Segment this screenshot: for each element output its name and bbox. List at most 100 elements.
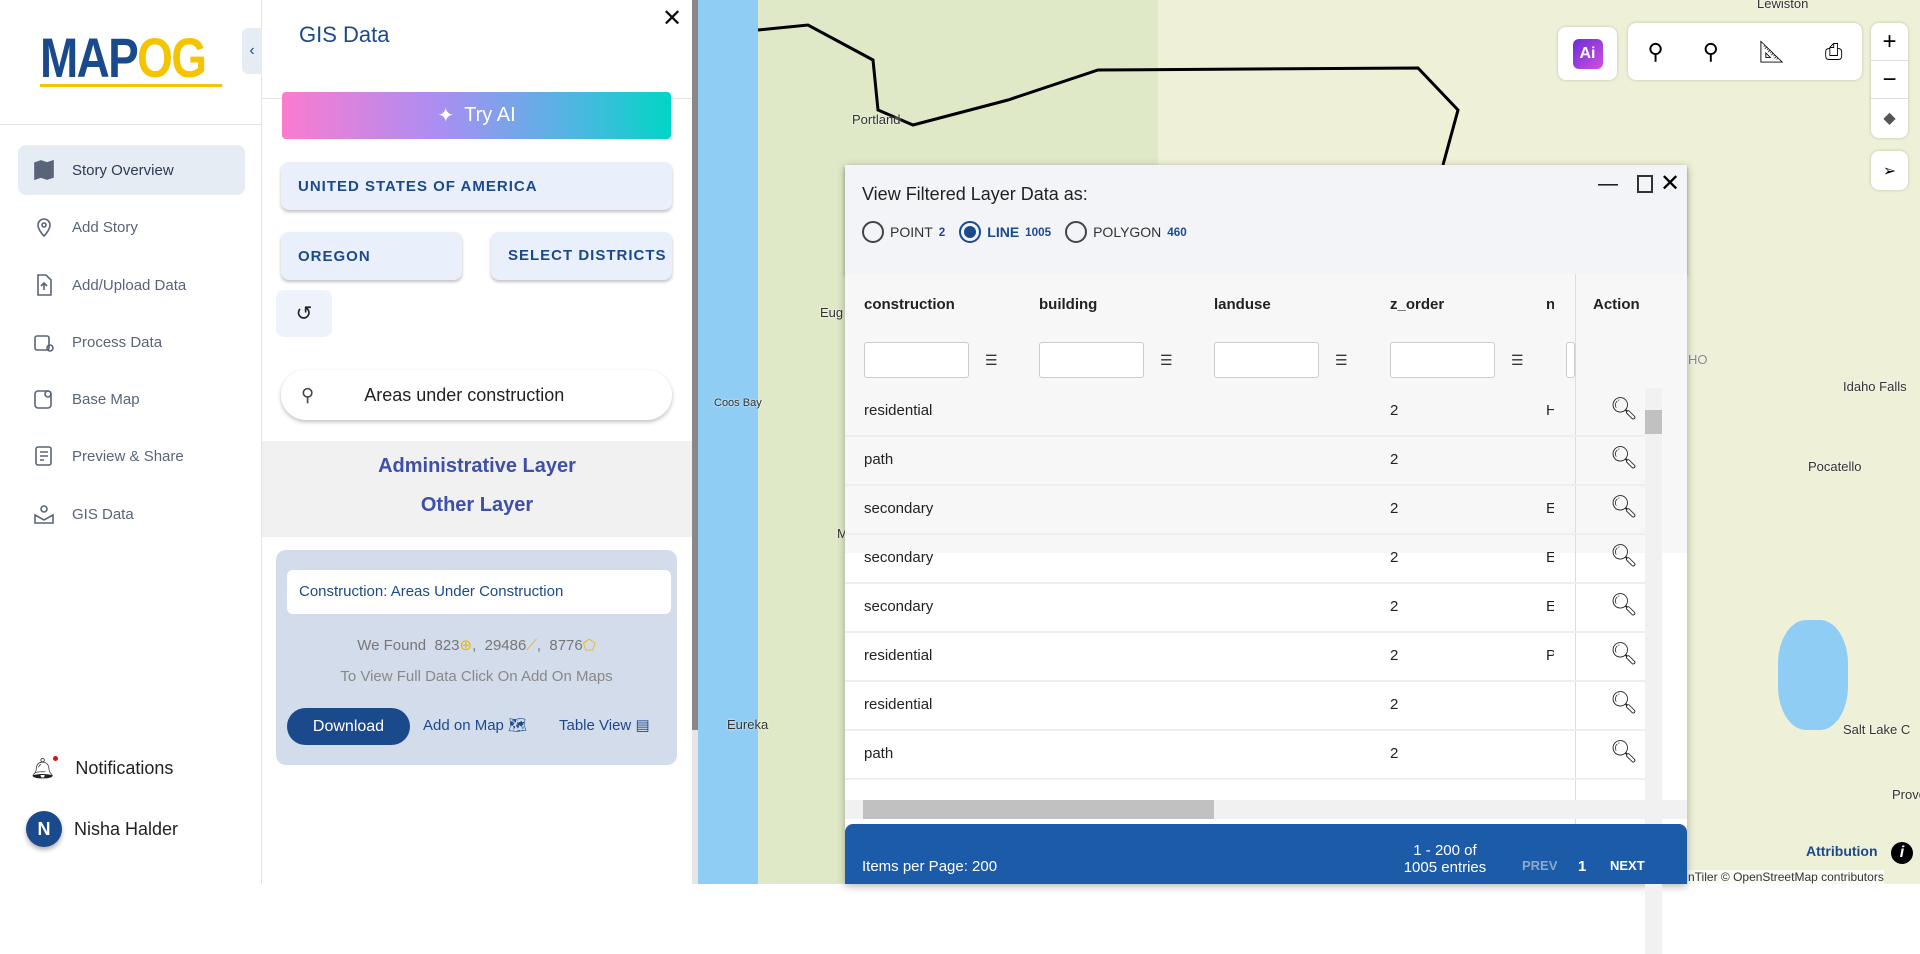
zoom-to-feature-icon[interactable]: 🔍︎: [1610, 641, 1638, 667]
base-map-icon: [34, 390, 52, 409]
add-on-map-button[interactable]: Add on Map 🗺︎: [423, 716, 527, 734]
try-ai-button[interactable]: ✦ Try AI: [282, 92, 671, 139]
close-icon[interactable]: ✕: [1660, 169, 1680, 198]
administrative-layer-tab[interactable]: Administrative Layer: [262, 455, 692, 478]
zoom-to-feature-icon[interactable]: 🔍︎: [1610, 396, 1638, 422]
table-cell: 2: [1390, 598, 1399, 615]
country-select[interactable]: UNITED STATES OF AMERICA: [281, 162, 672, 210]
minimize-icon[interactable]: —: [1598, 173, 1618, 196]
collapse-sidebar-button[interactable]: ‹: [242, 28, 262, 74]
map-label: HO: [1688, 352, 1708, 367]
sidebar-item-gis-data[interactable]: GIS Data: [18, 489, 245, 539]
filter-icon[interactable]: ☰: [985, 352, 998, 369]
state-select[interactable]: OREGON: [281, 232, 462, 280]
table-row[interactable]: secondary 2 E 🔍︎: [845, 584, 1662, 633]
column-header[interactable]: z_order: [1390, 296, 1444, 313]
map-label: Pocatello: [1808, 459, 1862, 474]
ruler-icon[interactable]: 📐︎: [1758, 39, 1786, 65]
horizontal-scrollbar[interactable]: [845, 800, 1687, 819]
table-cell: path: [864, 451, 894, 468]
filter-icon[interactable]: ☰: [1160, 352, 1173, 369]
compass-icon[interactable]: ◆: [1871, 99, 1908, 137]
locate-button[interactable]: ➢: [1871, 151, 1908, 190]
map-label: Eug: [820, 305, 844, 320]
mapog-logo[interactable]: MAPOG: [40, 28, 207, 88]
zoom-out-button[interactable]: −: [1871, 61, 1908, 99]
pagination-footer: Items per Page: 200 1 - 200 of 1005 entri…: [845, 824, 1687, 884]
entries-range: 1 - 200 of 1005 entries: [1403, 842, 1487, 876]
table-cell: 2: [1390, 500, 1399, 517]
zoom-to-feature-icon[interactable]: 🔍︎: [1610, 739, 1638, 765]
table-cell: residential: [864, 647, 933, 664]
search-icon[interactable]: ⚲: [1648, 39, 1664, 65]
map-pin-icon: 🗺︎: [508, 717, 528, 734]
zoom-to-feature-icon[interactable]: 🔍︎: [1610, 690, 1638, 716]
radio-polygon[interactable]: [1065, 221, 1088, 243]
filter-icon[interactable]: ☰: [1511, 352, 1524, 369]
sidebar-item-preview-share[interactable]: Preview & Share: [18, 431, 245, 481]
prev-button[interactable]: PREV: [1522, 858, 1557, 873]
table-view-button[interactable]: Table View ▤: [559, 716, 650, 734]
info-icon[interactable]: i: [1891, 842, 1913, 864]
maximize-icon[interactable]: [1637, 175, 1653, 193]
table-row[interactable]: secondary 2 E 🔍︎: [845, 486, 1662, 535]
filter-input-z-order[interactable]: [1390, 342, 1495, 378]
table-row[interactable]: path 2 🔍︎: [845, 731, 1662, 780]
sidebar-item-base-map[interactable]: Base Map: [18, 374, 245, 424]
download-button[interactable]: Download: [287, 708, 410, 745]
other-layer-tab[interactable]: Other Layer: [262, 494, 692, 517]
bell-icon: 🔔︎: [30, 756, 59, 781]
page-number[interactable]: 1: [1578, 858, 1586, 875]
filter-icon[interactable]: ☰: [1335, 352, 1348, 369]
table-cell: 2: [1390, 745, 1399, 762]
search-input[interactable]: ⚲ Areas under construction: [281, 370, 672, 420]
items-per-page[interactable]: Items per Page: 200: [862, 858, 997, 875]
radio-point[interactable]: [862, 221, 884, 243]
sidebar-item-add-upload-data[interactable]: Add/Upload Data: [18, 260, 245, 310]
table-cell: P: [1546, 647, 1554, 664]
table-cell: 2: [1390, 402, 1399, 419]
table-cell: secondary: [864, 598, 934, 615]
zoom-controls: + − ◆: [1871, 23, 1908, 138]
reset-button[interactable]: ↺: [276, 290, 332, 337]
radio-line[interactable]: [959, 221, 982, 243]
table-row[interactable]: residential 2 🔍︎: [845, 682, 1662, 731]
attribution-link[interactable]: Attribution: [1806, 843, 1878, 859]
sidebar-item-story-overview[interactable]: Story Overview: [18, 145, 245, 195]
filter-input[interactable]: [1566, 342, 1575, 378]
sidebar-item-add-story[interactable]: Add Story: [18, 202, 245, 252]
map-label: Coos Bay: [714, 397, 762, 409]
point-icon: ⊕: [459, 637, 473, 654]
layer-categories: Administrative Layer Other Layer: [262, 441, 692, 537]
zoom-to-feature-icon[interactable]: 🔍︎: [1610, 592, 1638, 618]
notifications-button[interactable]: 🔔︎ Notifications: [30, 756, 173, 781]
table-row[interactable]: secondary 2 E 🔍︎: [845, 535, 1662, 584]
print-icon[interactable]: ⎙: [1825, 39, 1843, 65]
chevron-left-icon: ‹: [249, 42, 255, 59]
zoom-to-feature-icon[interactable]: 🔍︎: [1610, 494, 1638, 520]
next-button[interactable]: NEXT: [1610, 858, 1645, 873]
pin-icon[interactable]: ⚲: [1703, 39, 1719, 65]
table-row[interactable]: residential 2 H 🔍︎: [845, 388, 1662, 437]
column-header[interactable]: construction: [864, 296, 955, 313]
ai-map-button[interactable]: Ai: [1558, 27, 1617, 80]
close-icon[interactable]: ✕: [662, 4, 682, 33]
column-header[interactable]: n: [1546, 296, 1554, 313]
zoom-to-feature-icon[interactable]: 🔍︎: [1610, 445, 1638, 471]
user-profile[interactable]: N Nisha Halder: [26, 811, 178, 847]
sidebar: MAPOG Story Overview Add Story Add/Uploa…: [0, 0, 262, 884]
column-header[interactable]: building: [1039, 296, 1097, 313]
zoom-in-button[interactable]: +: [1871, 23, 1908, 61]
popup-header: View Filtered Layer Data as: — ✕ POINT 2 …: [845, 165, 1687, 274]
zoom-to-feature-icon[interactable]: 🔍︎: [1610, 543, 1638, 569]
filter-input-construction[interactable]: [864, 342, 969, 378]
sidebar-item-process-data[interactable]: Process Data: [18, 317, 245, 367]
district-select[interactable]: SELECT DISTRICTS: [491, 232, 672, 280]
filter-input-building[interactable]: [1039, 342, 1144, 378]
map-label: Salt Lake C: [1843, 722, 1911, 737]
geometry-type-radio-group: POINT 2 LINE 1005 POLYGON 460: [862, 221, 1187, 243]
table-row[interactable]: residential 2 P 🔍︎: [845, 633, 1662, 682]
column-header[interactable]: landuse: [1214, 296, 1271, 313]
table-row[interactable]: path 2 🔍︎: [845, 437, 1662, 486]
filter-input-landuse[interactable]: [1214, 342, 1319, 378]
